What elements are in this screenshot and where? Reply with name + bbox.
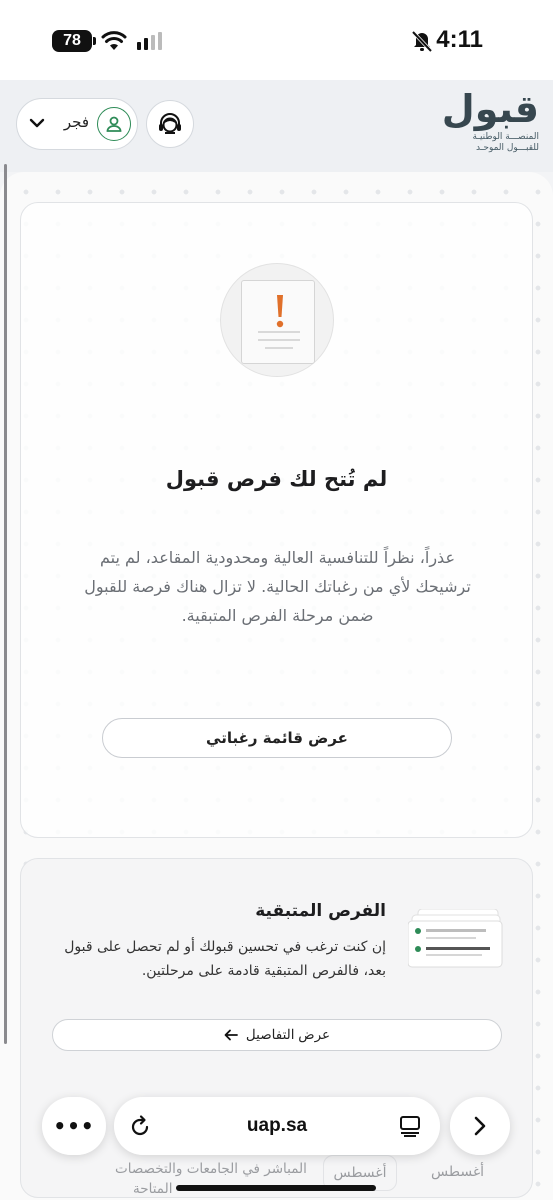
battery-indicator: 78 <box>52 30 96 52</box>
web-page: قبول المنصـــة الوطنيـة للقبـــول الموحـ… <box>0 80 553 1200</box>
document-icon <box>241 280 315 364</box>
url-text: uap.sa <box>246 1115 308 1136</box>
user-name: فجر <box>63 113 89 131</box>
timeline-month-1: أغسطس <box>431 1164 485 1180</box>
doc-line <box>265 347 293 349</box>
support-button[interactable] <box>146 100 194 148</box>
remaining-description: إن كنت ترغب في تحسين قبولك أو لم تحصل عل… <box>64 939 386 979</box>
remaining-preview-thumbnail <box>408 909 503 968</box>
logo-subtitle-line-1: المنصـــة الوطنيـة <box>472 132 539 142</box>
arrow-left-icon <box>224 1029 238 1041</box>
view-details-button[interactable]: عرض التفاصيل <box>52 1019 502 1051</box>
timeline-text-line-1: المباشر في الجامعات والتخصصات <box>115 1161 307 1177</box>
wifi-icon <box>101 31 127 50</box>
clock: 4:11 <box>436 26 483 53</box>
no-offers-illustration <box>220 263 334 377</box>
doc-line <box>258 331 300 333</box>
no-offers-card: لم تُتح لك فرص قبول عذراً، نظراً للتنافس… <box>20 202 533 838</box>
no-offers-description: عذراً، نظراً للتنافسية العالية ومحدودية … <box>84 548 471 625</box>
view-details-label: عرض التفاصيل <box>245 1027 331 1042</box>
scroll-indicator[interactable] <box>4 164 7 1044</box>
home-indicator[interactable] <box>176 1185 376 1191</box>
battery-level: 78 <box>63 32 81 49</box>
address-bar[interactable]: uap.sa <box>114 1097 440 1155</box>
browser-toolbar: ••• uap.sa <box>0 1097 553 1157</box>
view-wishlist-button[interactable]: عرض قائمة رغباتي <box>102 718 452 758</box>
bell-off-icon <box>411 30 433 52</box>
headset-icon <box>159 113 181 134</box>
user-avatar <box>97 107 131 141</box>
logo[interactable]: قبول المنصـــة الوطنيـة للقبـــول الموحـ… <box>439 86 540 154</box>
reader-mode-icon[interactable] <box>398 1114 422 1138</box>
doc-line <box>258 339 300 341</box>
logo-wordmark: قبول <box>441 87 540 131</box>
warning-icon <box>276 295 284 328</box>
main-content: لم تُتح لك فرص قبول عذراً، نظراً للتنافس… <box>0 172 553 1200</box>
chevron-right-icon <box>474 1116 486 1136</box>
cellular-signal-icon <box>137 32 162 50</box>
remaining-title: الفرص المتبقية <box>255 901 386 921</box>
chevron-down-icon <box>29 118 45 128</box>
logo-subtitle-line-2: للقبـــول الموحـد <box>476 143 539 153</box>
status-bar: 78 4:11 <box>0 0 553 80</box>
more-icon: ••• <box>53 1114 95 1138</box>
user-icon <box>106 116 122 132</box>
forward-button[interactable] <box>450 1097 510 1155</box>
timeline-text-line-2: المتاحة <box>133 1181 173 1197</box>
site-header: قبول المنصـــة الوطنيـة للقبـــول الموحـ… <box>0 80 553 172</box>
timeline-month-2-label: أغسطس <box>333 1165 387 1181</box>
more-options-button[interactable]: ••• <box>42 1097 106 1155</box>
user-menu[interactable]: فجر <box>16 98 138 150</box>
no-offers-title: لم تُتح لك فرص قبول <box>165 467 388 491</box>
